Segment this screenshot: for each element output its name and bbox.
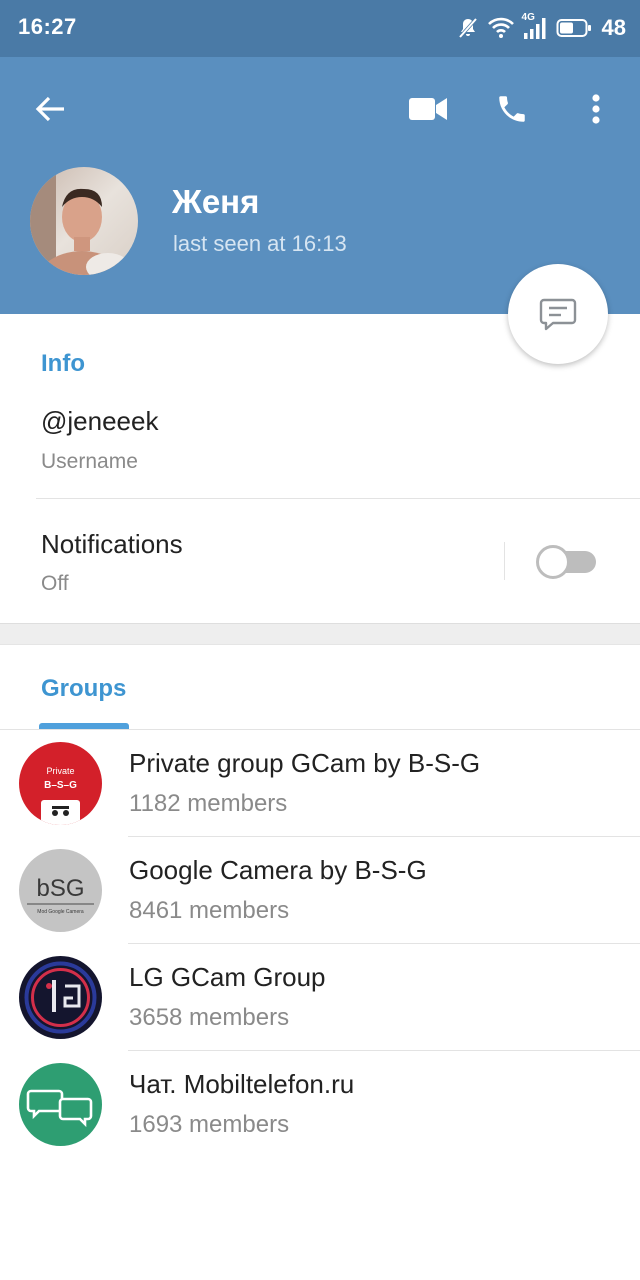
info-section-title: Info bbox=[41, 350, 85, 377]
group-avatar-subtext: B–S–G bbox=[44, 780, 77, 791]
message-icon bbox=[539, 298, 577, 331]
vertical-separator bbox=[504, 542, 505, 580]
group-list-item[interactable]: bSG Mod Google Camera Google Camera by B… bbox=[0, 837, 640, 944]
group-avatar-text: bSG bbox=[36, 875, 84, 902]
notifications-toggle[interactable] bbox=[536, 545, 598, 579]
group-avatar: Private B–S–G bbox=[19, 742, 102, 825]
group-name: Google Camera by B-S-G bbox=[129, 855, 427, 885]
more-vert-icon bbox=[592, 94, 600, 124]
group-list-item[interactable]: Private B–S–G Private group GCam by B-S-… bbox=[0, 730, 640, 837]
username-value[interactable]: @jeneeek bbox=[41, 406, 158, 437]
divider bbox=[36, 498, 640, 499]
tab-groups[interactable]: Groups bbox=[41, 675, 126, 703]
more-options-button[interactable] bbox=[576, 87, 616, 131]
group-members: 8461 members bbox=[129, 897, 290, 924]
battery-icon bbox=[556, 18, 592, 38]
back-button[interactable] bbox=[28, 87, 72, 131]
back-arrow-icon bbox=[35, 96, 64, 122]
phone-icon bbox=[499, 96, 525, 122]
status-bar: 16:27 4G 48 bbox=[0, 0, 640, 57]
voice-call-button[interactable] bbox=[490, 87, 534, 131]
notifications-muted-icon bbox=[456, 16, 480, 40]
profile-name: Женя bbox=[172, 183, 260, 220]
profile-avatar[interactable] bbox=[30, 167, 138, 275]
group-members: 1182 members bbox=[129, 790, 288, 817]
notifications-value: Off bbox=[41, 572, 69, 595]
group-avatar-text: Private bbox=[46, 766, 74, 776]
group-name: Чат. Mobiltelefon.ru bbox=[129, 1069, 355, 1099]
group-members: 1693 members bbox=[129, 1111, 290, 1138]
group-name: Private group GCam by B-S-G bbox=[129, 748, 481, 778]
video-call-button[interactable] bbox=[404, 87, 452, 131]
section-gap bbox=[0, 623, 640, 645]
signal-icon: 4G bbox=[522, 12, 548, 40]
group-list-item[interactable]: LG GCam Group 3658 members bbox=[0, 944, 640, 1051]
group-avatar bbox=[19, 956, 102, 1039]
status-time: 16:27 bbox=[18, 14, 77, 39]
group-members: 3658 members bbox=[129, 1004, 290, 1031]
wifi-icon bbox=[487, 17, 514, 39]
group-name: LG GCam Group bbox=[129, 962, 326, 992]
last-seen-status: last seen at 16:13 bbox=[173, 231, 347, 256]
video-camera-icon bbox=[409, 98, 447, 120]
battery-level: 48 bbox=[601, 15, 626, 40]
group-avatar: bSG Mod Google Camera bbox=[19, 849, 102, 932]
group-list-item[interactable]: Чат. Mobiltelefon.ru 1693 members bbox=[0, 1051, 640, 1158]
group-avatar bbox=[19, 1063, 102, 1146]
notifications-label[interactable]: Notifications bbox=[41, 529, 183, 560]
group-avatar-subtext: Mod Google Camera bbox=[37, 909, 84, 915]
status-icons: 4G 48 bbox=[456, 12, 626, 42]
username-label: Username bbox=[41, 450, 138, 473]
send-message-button[interactable] bbox=[508, 264, 608, 364]
toggle-knob bbox=[536, 545, 570, 579]
